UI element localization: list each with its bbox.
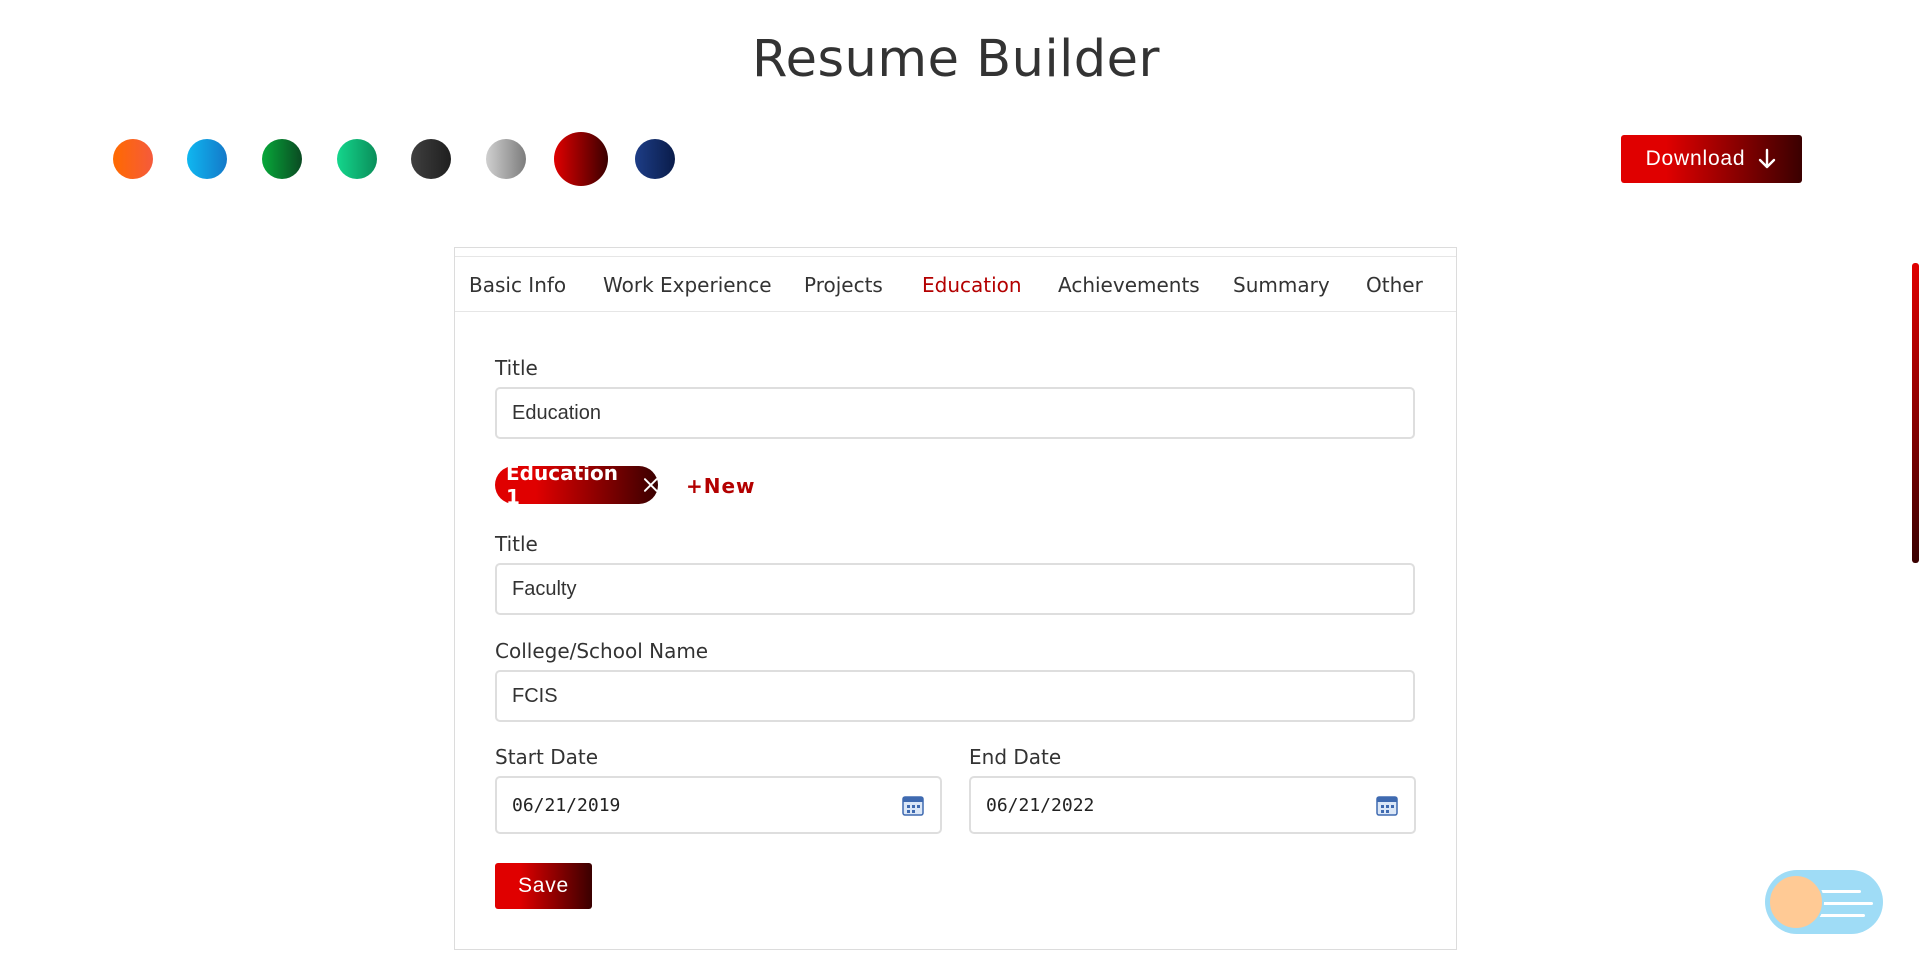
page-title: Resume Builder bbox=[751, 30, 1161, 89]
start-date-input[interactable]: 06/21/2019 bbox=[495, 776, 942, 834]
fab-line bbox=[1817, 902, 1873, 905]
color-swatch-orange[interactable] bbox=[113, 139, 153, 179]
section-title-label: Title bbox=[495, 356, 538, 380]
color-swatch-mint[interactable] bbox=[337, 139, 377, 179]
download-label: Download bbox=[1645, 147, 1746, 170]
college-name-input[interactable]: FCIS bbox=[495, 670, 1415, 722]
arrow-down-icon bbox=[1759, 148, 1776, 169]
download-button[interactable]: Download bbox=[1621, 135, 1802, 183]
scrollbar-thumb[interactable] bbox=[1912, 263, 1919, 563]
end-date-value: 06/21/2022 bbox=[986, 794, 1095, 816]
tab-education[interactable]: Education bbox=[922, 273, 1022, 297]
color-swatch-navy[interactable] bbox=[635, 139, 675, 179]
tab-basic-info[interactable]: Basic Info bbox=[469, 273, 566, 297]
tab-projects[interactable]: Projects bbox=[804, 273, 883, 297]
save-button[interactable]: Save bbox=[495, 863, 592, 909]
start-date-value: 06/21/2019 bbox=[512, 794, 621, 816]
end-date-input[interactable]: 06/21/2022 bbox=[969, 776, 1416, 834]
add-entry-link[interactable]: +New bbox=[686, 474, 756, 498]
calendar-icon[interactable] bbox=[901, 793, 925, 817]
section-title-input[interactable]: Education bbox=[495, 387, 1415, 439]
tab-achievements[interactable]: Achievements bbox=[1058, 273, 1200, 297]
tab-other[interactable]: Other bbox=[1366, 273, 1423, 297]
end-date-label: End Date bbox=[969, 745, 1062, 769]
entry-title-label: Title bbox=[495, 532, 538, 556]
calendar-icon[interactable] bbox=[1375, 793, 1399, 817]
section-tabs: Basic Info Work Experience Projects Educ… bbox=[455, 256, 1456, 312]
tab-work-experience[interactable]: Work Experience bbox=[603, 273, 772, 297]
college-name-label: College/School Name bbox=[495, 639, 709, 663]
color-swatch-gray[interactable] bbox=[486, 139, 526, 179]
menu-toggle-icon[interactable] bbox=[1765, 870, 1883, 934]
color-swatch-green[interactable] bbox=[262, 139, 302, 179]
color-swatch-red[interactable] bbox=[554, 132, 608, 186]
editor-card: Basic Info Work Experience Projects Educ… bbox=[454, 247, 1457, 950]
entry-title-input[interactable]: Faculty bbox=[495, 563, 1415, 615]
entry-chip-label: Education 1 bbox=[506, 461, 618, 509]
tab-summary[interactable]: Summary bbox=[1233, 273, 1330, 297]
fab-knob bbox=[1768, 874, 1824, 930]
color-swatch-black[interactable] bbox=[411, 139, 451, 179]
start-date-label: Start Date bbox=[495, 745, 599, 769]
close-icon[interactable] bbox=[643, 477, 658, 493]
entry-chip-education-1[interactable]: Education 1 bbox=[495, 461, 658, 509]
color-swatch-blue[interactable] bbox=[187, 139, 227, 179]
